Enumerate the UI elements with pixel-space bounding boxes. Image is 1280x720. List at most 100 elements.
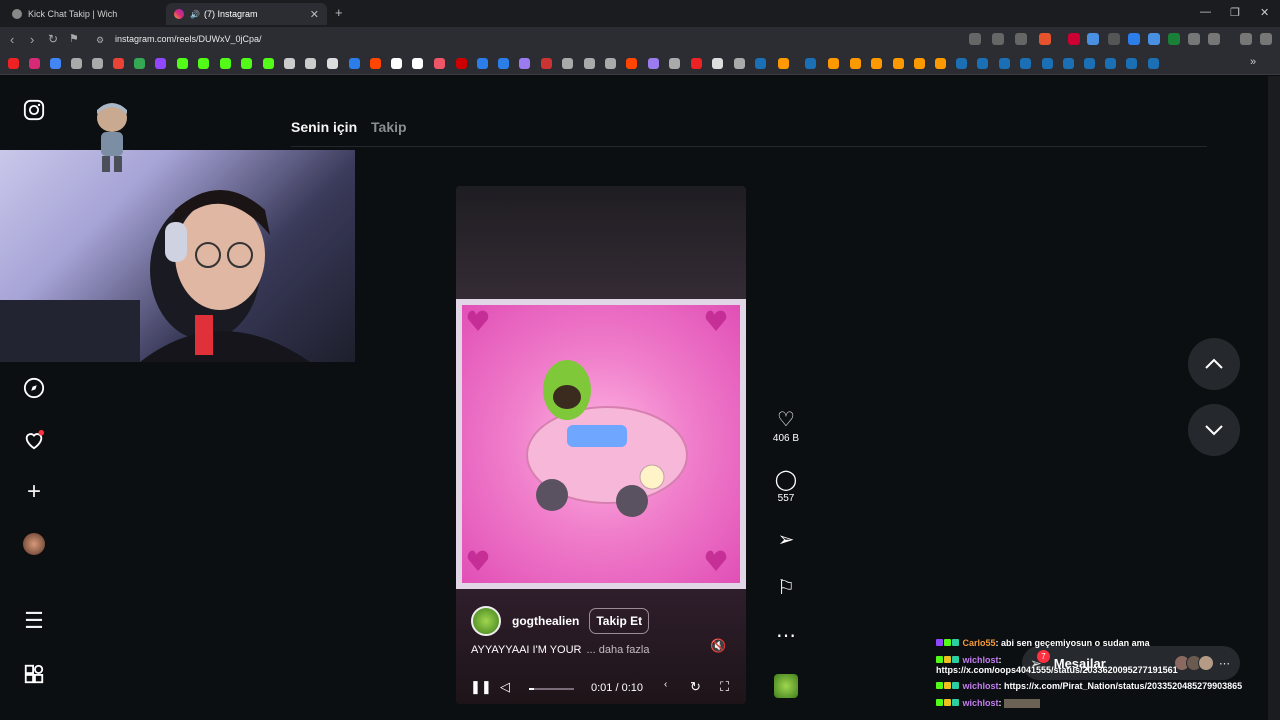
- bookmark-icon[interactable]: [349, 58, 360, 69]
- site-info-icon[interactable]: ⚙: [96, 35, 104, 46]
- bookmark-icon[interactable]: [935, 58, 946, 69]
- zoom-icon[interactable]: [992, 33, 1004, 45]
- sidebar-icon[interactable]: [1208, 33, 1220, 45]
- extension-icon[interactable]: [1128, 33, 1140, 45]
- extension-icon[interactable]: [1068, 33, 1080, 45]
- volume-icon[interactable]: ◁: [500, 679, 510, 695]
- next-reel-button[interactable]: [1188, 404, 1240, 456]
- bookmark-twitch-icon[interactable]: [155, 58, 166, 69]
- playback-speed-icon[interactable]: ‹: [664, 679, 667, 690]
- more-bookmarks-icon[interactable]: »: [1250, 56, 1256, 68]
- extension-icon[interactable]: [1087, 33, 1099, 45]
- bookmark-icon[interactable]: [562, 58, 573, 69]
- comment-action[interactable]: ◯ 557: [770, 468, 802, 504]
- bookmark-folder-icon[interactable]: [734, 58, 745, 69]
- bookmark-save-icon[interactable]: ⚐: [770, 576, 802, 600]
- extension-icon[interactable]: [1148, 33, 1160, 45]
- also-from-meta-icon[interactable]: [22, 662, 46, 686]
- close-tab-icon[interactable]: ✕: [310, 8, 319, 21]
- bookmark-steam-icon[interactable]: [1126, 58, 1137, 69]
- bookmark-icon[interactable]: [541, 58, 552, 69]
- bookmark-steam-icon[interactable]: [1042, 58, 1053, 69]
- bookmark-steam-icon[interactable]: [1063, 58, 1074, 69]
- bookmark-steam-icon[interactable]: [1148, 58, 1159, 69]
- bookmark-steam-icon[interactable]: [1020, 58, 1031, 69]
- bookmark-youtube-icon[interactable]: [8, 58, 19, 69]
- like-action[interactable]: ♡ 406 B: [770, 408, 802, 444]
- bookmark-icon[interactable]: [648, 58, 659, 69]
- bookmark-icon[interactable]: [498, 58, 509, 69]
- minimize-icon[interactable]: —: [1200, 6, 1211, 18]
- loop-icon[interactable]: ↻: [690, 679, 701, 695]
- bookmark-x-icon[interactable]: [327, 58, 338, 69]
- extension-icon[interactable]: [1168, 33, 1180, 45]
- reel-username[interactable]: gogthealien: [512, 614, 579, 628]
- heart-icon[interactable]: ♡: [770, 408, 802, 432]
- bookmark-icon[interactable]: [284, 58, 295, 69]
- tab-following[interactable]: Takip: [371, 119, 407, 135]
- follow-button[interactable]: Takip Et: [589, 608, 650, 634]
- bookmark-steam-icon[interactable]: [956, 58, 967, 69]
- back-icon[interactable]: ‹: [10, 32, 14, 47]
- bookmark-icon[interactable]: [477, 58, 488, 69]
- extension-icon[interactable]: [1108, 33, 1120, 45]
- url-field[interactable]: instagram.com/reels/DUWxV_0jCpa/: [115, 34, 262, 44]
- pause-icon[interactable]: ❚❚: [470, 679, 492, 695]
- muted-speaker-icon[interactable]: 🔇: [710, 638, 726, 654]
- share-paper-plane-icon[interactable]: ➢: [770, 528, 802, 552]
- bookmark-kick-icon[interactable]: [177, 58, 188, 69]
- tab-for-you[interactable]: Senin için: [291, 119, 357, 135]
- audio-thumbnail[interactable]: [770, 674, 802, 703]
- bookmark-icon[interactable]: [434, 58, 445, 69]
- bookmark-icon[interactable]: [691, 58, 702, 69]
- bookmark-reddit-icon[interactable]: [370, 58, 381, 69]
- bookmark-icon[interactable]: [305, 58, 316, 69]
- bookmark-icon[interactable]: [626, 58, 637, 69]
- bookmark-icon[interactable]: [456, 58, 467, 69]
- restore-icon[interactable]: ❐: [1230, 6, 1240, 19]
- reel-video-frame[interactable]: [456, 299, 746, 589]
- bookmark-steam-icon[interactable]: [999, 58, 1010, 69]
- bookmark-icon[interactable]: [669, 58, 680, 69]
- menu-icon[interactable]: [1260, 33, 1272, 45]
- bookmark-drive-icon[interactable]: [134, 58, 145, 69]
- instagram-logo-icon[interactable]: [22, 98, 46, 122]
- cast-icon[interactable]: [969, 33, 981, 45]
- bookmark-steam-icon[interactable]: [1084, 58, 1095, 69]
- explore-icon[interactable]: [22, 376, 46, 400]
- bookmark-icon[interactable]: [605, 58, 616, 69]
- more-options-icon[interactable]: ⋯: [770, 624, 802, 648]
- tab-kick-chat[interactable]: Kick Chat Takip | Wich: [4, 3, 166, 25]
- bookmark-instagram-icon[interactable]: [29, 58, 40, 69]
- brave-shield-icon[interactable]: [1039, 33, 1051, 45]
- tab-instagram[interactable]: 🔊 (7) Instagram ✕: [166, 3, 327, 25]
- bookmark-steam-icon[interactable]: [977, 58, 988, 69]
- bookmark-icon[interactable]: [871, 58, 882, 69]
- close-window-icon[interactable]: ✕: [1260, 6, 1269, 19]
- bookmark-icon[interactable]: [412, 58, 423, 69]
- share-action[interactable]: ➢: [770, 528, 802, 552]
- bookmark-icon[interactable]: [519, 58, 530, 69]
- more-menu-icon[interactable]: ☰: [22, 608, 46, 633]
- bookmark-steam-icon[interactable]: [755, 58, 766, 69]
- bookmark-icon[interactable]: [914, 58, 925, 69]
- notifications-heart-icon[interactable]: [22, 428, 46, 452]
- caption-more-link[interactable]: ... daha fazla: [587, 644, 650, 656]
- comment-bubble-icon[interactable]: ◯: [770, 468, 802, 492]
- bookmark-icon[interactable]: ⚑: [69, 32, 79, 45]
- bookmark-icon[interactable]: [92, 58, 103, 69]
- bookmark-icon[interactable]: [712, 58, 723, 69]
- reel-player[interactable]: gogthealien Takip Et AYYAYYAAI I'M YOUR.…: [456, 186, 746, 704]
- bookmark-icon[interactable]: [71, 58, 82, 69]
- previous-reel-button[interactable]: [1188, 338, 1240, 390]
- bookmark-icon[interactable]: [241, 58, 252, 69]
- bookmark-kick-icon[interactable]: [198, 58, 209, 69]
- forward-icon[interactable]: ›: [30, 32, 34, 47]
- puzzle-icon[interactable]: [1188, 33, 1200, 45]
- bookmark-icon[interactable]: [850, 58, 861, 69]
- bookmark-icon[interactable]: [50, 58, 61, 69]
- media-icon[interactable]: [1240, 33, 1252, 45]
- bookmark-gmail-icon[interactable]: [113, 58, 124, 69]
- profile-avatar[interactable]: [22, 532, 46, 556]
- page-scrollbar[interactable]: [1268, 76, 1280, 720]
